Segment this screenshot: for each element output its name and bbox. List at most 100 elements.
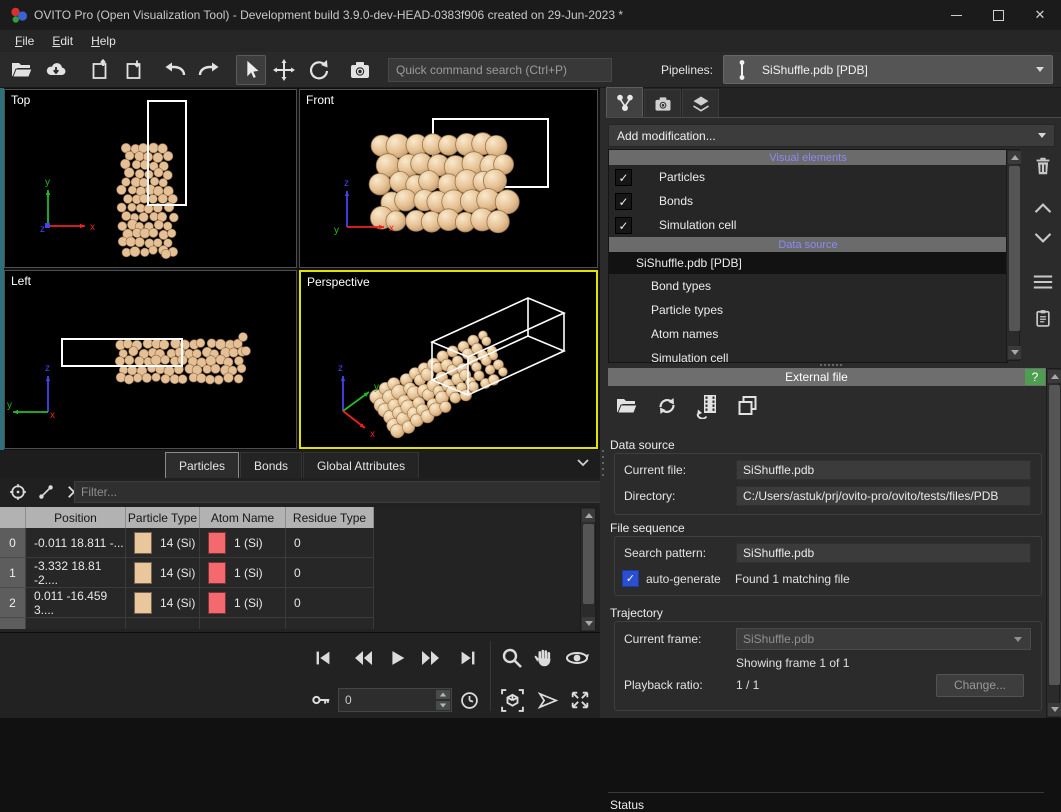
scroll-down-button[interactable] — [582, 617, 595, 630]
render-button[interactable] — [346, 56, 374, 84]
pipeline-list[interactable]: Visual elements✓Particles✓Bonds✓Simulati… — [608, 149, 1008, 363]
column-header[interactable]: Residue Type — [286, 507, 374, 528]
table-scrollbar[interactable] — [580, 507, 596, 632]
previous-frame-button[interactable] — [348, 645, 378, 671]
particles-table[interactable]: PositionParticle TypeAtom NameResidue Ty… — [0, 507, 580, 632]
redo-button[interactable] — [194, 56, 222, 84]
viewport-left[interactable]: zyx Left — [4, 270, 297, 449]
tab-render[interactable] — [644, 89, 681, 117]
undo-button[interactable] — [162, 56, 190, 84]
scroll-thumb[interactable] — [1049, 385, 1060, 685]
viewport-front[interactable]: zxy Front — [299, 89, 598, 268]
viewport-top[interactable]: xyz Top — [4, 89, 297, 268]
panel-scrollbar[interactable] — [1046, 368, 1060, 718]
frame-spinbox[interactable] — [338, 688, 452, 712]
scroll-up-button[interactable] — [1048, 370, 1061, 383]
table-row[interactable]: 20.011 -16.459 3....14 (Si)1 (Si)0 — [0, 588, 580, 618]
pick-bond-button[interactable] — [34, 480, 58, 504]
reload-file-button[interactable] — [652, 392, 682, 420]
orbit-mode-button[interactable] — [562, 645, 592, 671]
pan-mode-button[interactable] — [530, 645, 558, 671]
pipeline-item-simulation-cell[interactable]: ✓Simulation cell — [609, 213, 1007, 237]
animation-settings-button[interactable] — [308, 688, 334, 712]
tab-particles[interactable]: Particles — [165, 452, 239, 478]
zoom-mode-button[interactable] — [498, 645, 526, 671]
pipeline-item-bond-types[interactable]: Bond types — [609, 274, 1007, 298]
pipeline-item-particles[interactable]: ✓Particles — [609, 165, 1007, 189]
delete-modifier-button[interactable] — [1028, 151, 1058, 181]
pipeline-item-bonds[interactable]: ✓Bonds — [609, 189, 1007, 213]
viewport-front-label[interactable]: Front — [306, 93, 334, 107]
update-trajectory-button[interactable] — [692, 392, 722, 420]
table-row[interactable]: 1-3.332 18.81 -2....14 (Si)1 (Si)0 — [0, 558, 580, 588]
scroll-up-button[interactable] — [1008, 151, 1021, 164]
toggle-modifier-list-button[interactable] — [1028, 267, 1058, 297]
help-button[interactable]: ? — [1025, 369, 1045, 385]
visibility-checkbox[interactable]: ✓ — [615, 193, 632, 210]
copy-pipeline-button[interactable] — [1028, 303, 1058, 333]
spin-down-button[interactable] — [436, 701, 450, 710]
pipeline-item-atom-names[interactable]: Atom names — [609, 322, 1007, 346]
pipeline-item-particle-types[interactable]: Particle types — [609, 298, 1007, 322]
pipeline-list-scrollbar[interactable] — [1006, 149, 1020, 361]
select-mode-button[interactable] — [236, 55, 266, 85]
import-remote-button[interactable] — [42, 56, 70, 84]
maximize-button[interactable] — [977, 0, 1019, 30]
move-modifier-down-button[interactable] — [1028, 223, 1058, 253]
collapse-inspector-chevron-icon[interactable] — [576, 456, 590, 470]
tab-layers[interactable] — [682, 89, 719, 117]
table-row[interactable]: 0-0.011 18.811 -...14 (Si)1 (Si)0 — [0, 528, 580, 558]
current-frame-dropdown[interactable]: SiShuffle.pdb — [736, 628, 1031, 650]
auto-generate-checkbox[interactable]: ✓ — [622, 570, 639, 587]
scroll-down-button[interactable] — [1008, 346, 1021, 359]
open-file-button[interactable] — [8, 56, 36, 84]
column-header[interactable]: Position — [26, 507, 126, 528]
panel-horizontal-splitter[interactable] — [608, 361, 1053, 368]
viewport-top-label[interactable]: Top — [11, 93, 30, 107]
visibility-checkbox[interactable]: ✓ — [615, 169, 632, 186]
table-row-partial[interactable] — [0, 618, 580, 629]
visibility-checkbox[interactable]: ✓ — [615, 217, 632, 234]
quick-command-search-input[interactable] — [388, 58, 612, 82]
tab-global-attributes[interactable]: Global Attributes — [303, 452, 419, 478]
duplicate-source-button[interactable] — [732, 392, 762, 420]
spin-up-button[interactable] — [436, 690, 450, 699]
pick-new-file-button[interactable] — [612, 392, 642, 420]
menu-file[interactable]: File — [6, 32, 43, 50]
move-mode-button[interactable] — [270, 56, 298, 84]
add-modification-dropdown[interactable]: Add modification... — [608, 124, 1055, 147]
tab-bonds[interactable]: Bonds — [240, 452, 302, 478]
menu-help[interactable]: Help — [82, 32, 125, 50]
pick-particle-button[interactable] — [6, 480, 30, 504]
column-header[interactable]: Atom Name — [200, 507, 286, 528]
menu-edit[interactable]: Edit — [43, 32, 82, 50]
viewport-perspective[interactable]: zyx Perspective — [299, 270, 598, 449]
change-button[interactable]: Change... — [936, 674, 1024, 697]
scroll-thumb[interactable] — [583, 524, 594, 604]
minimize-button[interactable] — [935, 0, 977, 30]
viewport-perspective-label[interactable]: Perspective — [307, 275, 370, 289]
scroll-up-button[interactable] — [582, 509, 595, 522]
frame-number-input[interactable] — [339, 689, 435, 711]
play-button[interactable] — [384, 645, 410, 671]
close-button[interactable]: ✕ — [1019, 0, 1061, 30]
move-modifier-up-button[interactable] — [1028, 193, 1058, 223]
zoom-scene-extents-button[interactable] — [498, 686, 526, 714]
render-active-viewport-button[interactable] — [533, 688, 561, 712]
tab-pipeline[interactable] — [606, 87, 643, 117]
maximize-viewport-button[interactable] — [566, 688, 594, 712]
load-state-button[interactable] — [120, 56, 148, 84]
filter-input[interactable] — [74, 481, 602, 503]
save-state-button[interactable] — [86, 56, 114, 84]
rotate-mode-button[interactable] — [304, 56, 332, 84]
viewport-left-label[interactable]: Left — [11, 274, 31, 288]
pipeline-item-sishuffle-pdb-pdb-[interactable]: SiShuffle.pdb [PDB] — [609, 252, 1007, 274]
column-header[interactable]: Particle Type — [126, 507, 200, 528]
scroll-down-button[interactable] — [1048, 703, 1061, 716]
next-frame-button[interactable] — [416, 645, 446, 671]
jump-end-button[interactable] — [455, 645, 481, 671]
pipeline-selector-dropdown[interactable]: SiShuffle.pdb [PDB] — [723, 55, 1053, 84]
scroll-thumb[interactable] — [1009, 166, 1020, 331]
jump-start-button[interactable] — [310, 645, 336, 671]
column-header[interactable] — [0, 507, 26, 528]
